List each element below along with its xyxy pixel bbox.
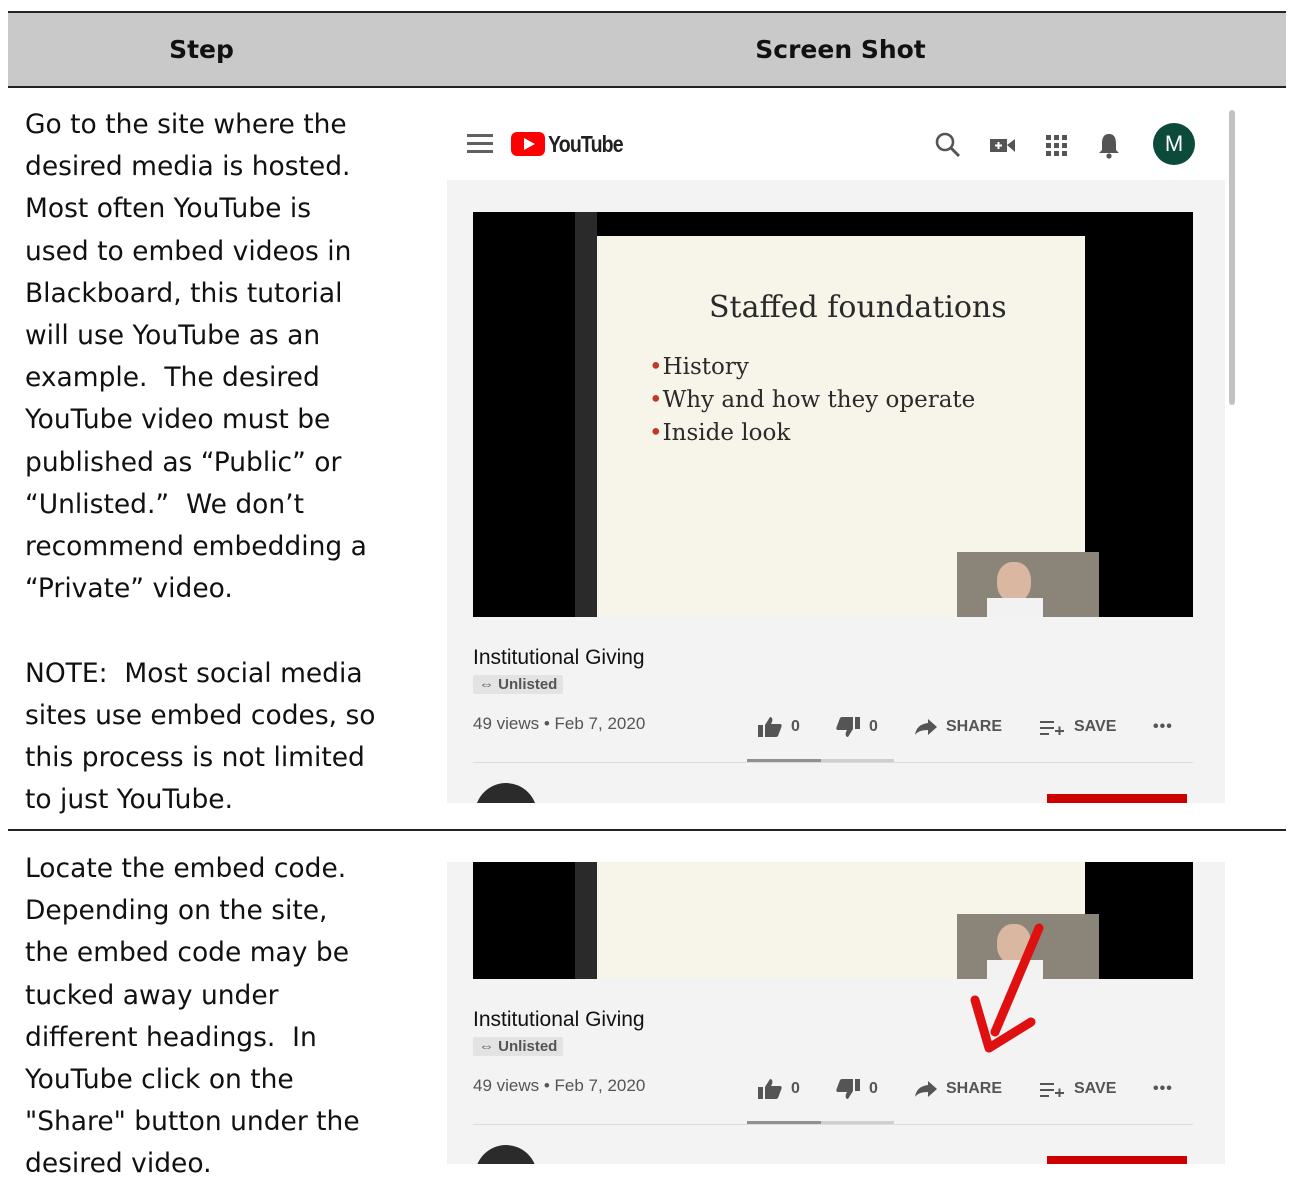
thumbs-down-icon: [836, 1079, 860, 1099]
video-title: Institutional Giving: [473, 1008, 645, 1031]
youtube-header: YouTube M: [447, 110, 1225, 180]
youtube-logo-text: YouTube: [548, 130, 624, 157]
share-button[interactable]: SHARE: [914, 1080, 1002, 1098]
add-to-playlist-icon: [1040, 720, 1064, 736]
slide-title: Staffed foundations: [709, 290, 1007, 325]
unlisted-badge: ⇔ Unlisted: [473, 1037, 564, 1056]
row-divider: [8, 829, 1286, 831]
scrollbar[interactable]: [1229, 110, 1235, 405]
header-step: Step: [169, 35, 234, 64]
thumbs-up-icon: [758, 717, 782, 737]
share-button[interactable]: SHARE: [914, 718, 1002, 736]
step-1-text: Go to the site where the desired media i…: [25, 109, 376, 816]
view-count-date: 49 views • Feb 7, 2020: [473, 714, 646, 733]
add-to-playlist-icon: [1040, 1082, 1064, 1098]
screenshot-2: Institutional Giving ⇔ Unlisted 49 views…: [447, 862, 1225, 1164]
slide-bullet-1: •History: [649, 354, 749, 380]
apps-grid-icon[interactable]: [1041, 130, 1071, 160]
subscribe-button[interactable]: [1047, 794, 1187, 803]
more-actions-button[interactable]: •••: [1153, 718, 1173, 736]
desktop-taskbar: [575, 862, 597, 979]
thumbs-up-icon: [758, 1079, 782, 1099]
youtube-play-icon: [511, 132, 545, 156]
more-actions-button[interactable]: •••: [1153, 1080, 1173, 1098]
desktop-taskbar: [575, 212, 597, 617]
webcam-overlay: [957, 552, 1099, 617]
user-avatar[interactable]: M: [1153, 123, 1195, 165]
thumbs-down-icon: [836, 717, 860, 737]
video-player[interactable]: [473, 862, 1193, 979]
dislike-button[interactable]: 0: [835, 1078, 878, 1100]
video-player[interactable]: Staffed foundations •History •Why and ho…: [473, 212, 1193, 617]
tutorial-page: Step Screen Shot Go to the site where th…: [0, 0, 1290, 1192]
notifications-bell-icon[interactable]: [1094, 130, 1124, 160]
table-header: Step Screen Shot: [8, 11, 1286, 88]
screenshot-1: YouTube M Staffed foundations •History •…: [447, 110, 1225, 803]
channel-avatar[interactable]: [475, 783, 537, 803]
youtube-logo[interactable]: YouTube: [511, 129, 636, 159]
slide-bullet-2: •Why and how they operate: [649, 387, 976, 413]
share-arrow-icon: [915, 1081, 937, 1097]
step-2-text: Locate the embed code. Depending on the …: [25, 853, 369, 1180]
header-screen-shot: Screen Shot: [755, 35, 926, 64]
create-video-icon[interactable]: [987, 130, 1017, 160]
video-title: Institutional Giving: [473, 646, 645, 669]
section-divider: [473, 1124, 1193, 1125]
channel-avatar[interactable]: [475, 1145, 537, 1164]
share-arrow-icon: [915, 719, 937, 735]
section-divider: [473, 762, 1193, 763]
slide-bullet-3: •Inside look: [649, 420, 791, 446]
save-button[interactable]: SAVE: [1040, 718, 1116, 736]
subscribe-button[interactable]: [1047, 1156, 1187, 1164]
like-button[interactable]: 0: [757, 1078, 800, 1100]
annotation-arrow-icon: [970, 923, 1044, 1053]
like-button[interactable]: 0: [757, 716, 800, 738]
dislike-button[interactable]: 0: [835, 716, 878, 738]
view-count-date: 49 views • Feb 7, 2020: [473, 1076, 646, 1095]
unlisted-badge: ⇔ Unlisted: [473, 675, 564, 694]
search-icon[interactable]: [933, 130, 963, 160]
save-button[interactable]: SAVE: [1040, 1080, 1116, 1098]
menu-icon[interactable]: [467, 134, 493, 154]
